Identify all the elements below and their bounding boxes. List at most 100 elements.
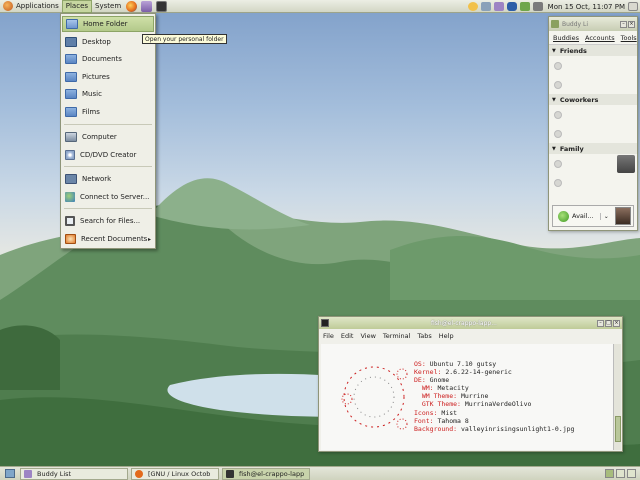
expander-icon: ▼ xyxy=(552,47,556,54)
task-buddy-list[interactable]: Buddy List xyxy=(20,467,128,480)
weather-tray-icon[interactable] xyxy=(467,2,478,11)
scrollbar-thumb[interactable] xyxy=(615,416,621,442)
show-desktop-icon[interactable] xyxy=(5,469,15,478)
sysinfo-line: WM Theme: Murrine xyxy=(414,392,489,401)
available-status-icon xyxy=(558,210,569,222)
menu-item-connect-to-server[interactable]: Connect to Server... xyxy=(62,189,154,205)
workspace-2[interactable] xyxy=(616,469,625,478)
chevron-down-icon[interactable]: ⌄ xyxy=(599,212,609,220)
menu-terminal[interactable]: Terminal xyxy=(383,332,410,340)
close-button[interactable]: × xyxy=(613,319,620,327)
menu-separator xyxy=(64,166,152,167)
computer-icon xyxy=(65,132,77,142)
trash-icon[interactable] xyxy=(627,469,636,478)
close-button[interactable]: × xyxy=(628,20,635,28)
buddy-list-window: Buddy Li – × Buddies Accounts Tools ▼ Fr… xyxy=(548,16,638,231)
places-dropdown: Home Folder Desktop Documents Pictures M… xyxy=(60,13,156,249)
clock[interactable]: Mon 15 Oct, 11:07 PM xyxy=(548,3,625,11)
bluetooth-tray-icon[interactable] xyxy=(506,2,517,11)
sysinfo-line: OS: Ubuntu 7.10 gutsy xyxy=(414,360,497,368)
buddy-row[interactable] xyxy=(549,154,637,173)
buddy-row[interactable] xyxy=(549,105,637,124)
menu-item-network[interactable]: Network xyxy=(62,171,154,187)
terminal-launcher-icon[interactable] xyxy=(156,0,168,12)
tooltip: Open your personal folder xyxy=(142,34,227,44)
menu-view[interactable]: View xyxy=(360,332,375,340)
menu-item-desktop[interactable]: Desktop xyxy=(62,34,154,50)
offline-status-icon xyxy=(554,80,562,89)
task-terminal[interactable]: fish@el-crappo-lapp xyxy=(222,467,310,480)
status-selector[interactable]: Avail... ⌄ xyxy=(552,205,634,227)
menu-item-documents[interactable]: Documents xyxy=(62,51,154,67)
offline-status-icon xyxy=(554,110,562,119)
volume-tray-icon[interactable] xyxy=(532,2,543,11)
menu-item-films[interactable]: Films xyxy=(62,104,154,120)
menu-item-recent-documents[interactable]: Recent Documents ▸ xyxy=(62,231,154,247)
menu-item-pictures[interactable]: Pictures xyxy=(62,69,154,85)
offline-status-icon xyxy=(554,129,562,138)
menu-item-music[interactable]: Music xyxy=(62,86,154,102)
window-titlebar[interactable]: Buddy Li – × xyxy=(549,17,637,31)
menu-accounts[interactable]: Accounts xyxy=(585,34,615,42)
menu-buddies[interactable]: Buddies xyxy=(553,34,579,42)
window-titlebar[interactable]: fish@el-crappo-lapp... – □ × xyxy=(319,317,622,329)
terminal-scrollbar[interactable] xyxy=(613,344,621,450)
sysinfo-line: DE: Gnome xyxy=(414,376,450,385)
globe-icon xyxy=(65,192,75,202)
folder-icon xyxy=(65,89,77,99)
menu-edit[interactable]: Edit xyxy=(341,332,354,340)
buddy-row[interactable] xyxy=(549,75,637,94)
avatar xyxy=(617,154,635,173)
minimize-button[interactable]: – xyxy=(597,319,604,327)
top-panel: Applications Places System Mon 15 Oct, 1… xyxy=(0,0,640,13)
sysinfo-line: GTK Theme: MurrinaVerdeOlivo xyxy=(414,400,532,409)
menu-item-search-for-files[interactable]: Search for Files... xyxy=(62,213,154,229)
pidgin-tray-icon[interactable] xyxy=(493,2,504,11)
places-menu-button[interactable]: Places xyxy=(61,0,93,13)
task-firefox[interactable]: [GNU / Linux Octob xyxy=(131,467,219,480)
buddy-menubar: Buddies Accounts Tools xyxy=(549,31,637,45)
ubuntu-ascii-logo xyxy=(341,366,408,430)
system-menu[interactable]: System xyxy=(92,0,124,13)
menu-tabs[interactable]: Tabs xyxy=(417,332,431,340)
my-avatar[interactable] xyxy=(615,207,631,225)
menu-help[interactable]: Help xyxy=(439,332,454,340)
firefox-icon xyxy=(135,469,143,478)
menu-file[interactable]: File xyxy=(323,332,334,340)
pidgin-icon xyxy=(24,469,32,478)
group-family[interactable]: ▼ Family xyxy=(549,143,637,154)
menu-item-cd-dvd-creator[interactable]: CD/DVD Creator xyxy=(62,147,154,163)
network-tray-icon[interactable] xyxy=(480,2,491,11)
battery-tray-icon[interactable] xyxy=(519,2,530,11)
sysinfo-line: WM: Metacity xyxy=(414,384,469,393)
firefox-launcher-icon[interactable] xyxy=(126,0,138,12)
sysinfo-line: Icons: Mist xyxy=(414,408,458,417)
terminal-icon xyxy=(321,319,329,327)
workspace-switcher xyxy=(605,469,636,478)
ubuntu-logo-icon xyxy=(3,1,13,11)
expander-icon: ▼ xyxy=(552,145,556,152)
minimize-button[interactable]: – xyxy=(620,20,627,28)
sysinfo-line: Kernel: 2.6.22-14-generic xyxy=(414,368,512,377)
group-friends[interactable]: ▼ Friends xyxy=(549,45,637,56)
group-coworkers[interactable]: ▼ Coworkers xyxy=(549,94,637,105)
menu-tools[interactable]: Tools xyxy=(621,34,637,42)
buddy-row[interactable] xyxy=(549,56,637,75)
menu-item-home-folder[interactable]: Home Folder xyxy=(62,16,154,32)
maximize-button[interactable]: □ xyxy=(605,319,612,327)
home-folder-icon xyxy=(66,19,78,29)
folder-icon xyxy=(65,54,77,64)
sysinfo-line: Background: valleyinrisingsunlight1-0.jp… xyxy=(414,424,575,433)
terminal-output[interactable]: OS: Ubuntu 7.10 gutsy Kernel: 2.6.22-14-… xyxy=(321,344,614,450)
terminal-menubar: File Edit View Terminal Tabs Help xyxy=(319,329,622,343)
applications-menu[interactable]: Applications xyxy=(0,0,62,13)
menu-separator xyxy=(64,208,152,209)
search-icon xyxy=(65,216,75,226)
workspace-1[interactable] xyxy=(605,469,614,478)
terminal-icon xyxy=(226,469,234,478)
email-launcher-icon[interactable] xyxy=(141,0,153,12)
menu-item-computer[interactable]: Computer xyxy=(62,129,154,145)
buddy-row[interactable] xyxy=(549,173,637,192)
buddy-row[interactable] xyxy=(549,124,637,143)
logout-icon[interactable] xyxy=(628,2,638,11)
